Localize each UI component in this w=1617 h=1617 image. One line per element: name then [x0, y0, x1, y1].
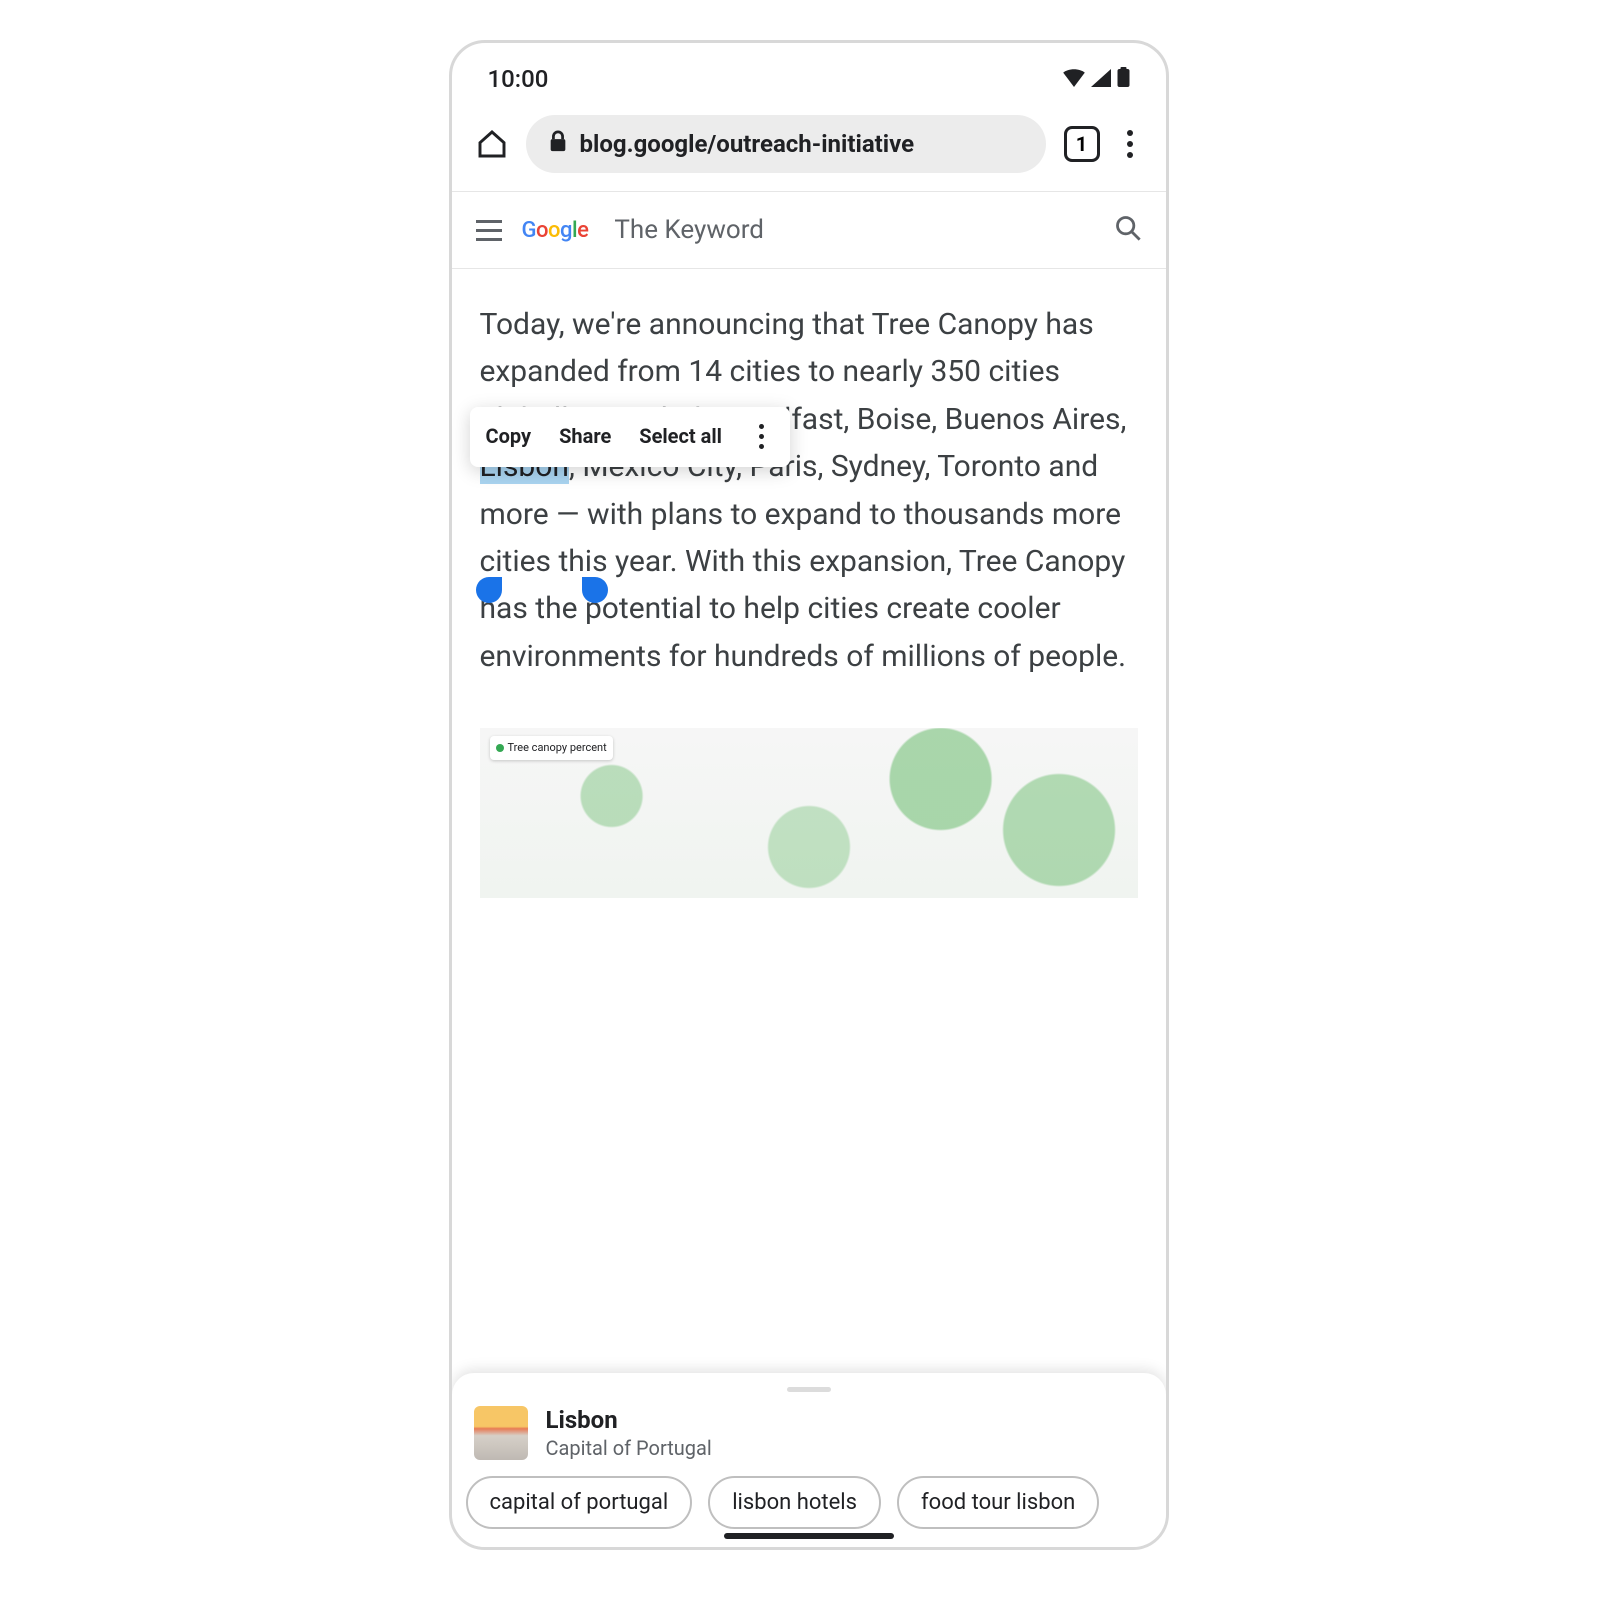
- search-icon[interactable]: [1114, 214, 1142, 246]
- wifi-icon: [1063, 65, 1085, 93]
- text-selection-menu: Copy Share Select all: [470, 407, 790, 467]
- tab-count: 1: [1076, 132, 1087, 156]
- sheet-title: Lisbon: [546, 1406, 712, 1434]
- lisbon-thumbnail: [474, 1406, 528, 1460]
- map-legend-text: Tree canopy percent: [508, 739, 607, 756]
- address-bar[interactable]: blog.google/outreach-initiative: [526, 115, 1046, 173]
- blog-header: Google The Keyword: [452, 192, 1166, 268]
- article-body[interactable]: Today, we're announcing that Tree Canopy…: [452, 269, 1166, 898]
- sheet-drag-handle[interactable]: [787, 1387, 831, 1392]
- sheet-subtitle: Capital of Portugal: [546, 1436, 712, 1460]
- tab-switcher[interactable]: 1: [1064, 126, 1100, 162]
- suggestion-chips[interactable]: capital of portugal lisbon hotels food t…: [452, 1476, 1166, 1529]
- sheet-header[interactable]: Lisbon Capital of Portugal: [452, 1406, 1166, 1476]
- blog-brand: The Keyword: [614, 215, 764, 245]
- share-button[interactable]: Share: [559, 421, 611, 453]
- selection-handle-right[interactable]: [582, 577, 608, 603]
- android-nav-pill[interactable]: [724, 1533, 894, 1539]
- select-all-button[interactable]: Select all: [639, 421, 722, 453]
- status-bar: 10:00: [452, 43, 1166, 103]
- hamburger-menu-icon[interactable]: [476, 220, 502, 241]
- url-text: blog.google/outreach-initiative: [580, 130, 915, 158]
- chip-lisbon-hotels[interactable]: lisbon hotels: [708, 1476, 881, 1529]
- context-menu-more-icon[interactable]: [750, 424, 774, 449]
- tree-canopy-map: Tree canopy percent: [480, 728, 1138, 898]
- status-icons: [1063, 65, 1130, 93]
- article-text-post: , Mexico City, Paris, Sydney, Toronto an…: [480, 449, 1127, 674]
- lock-icon: [548, 130, 568, 158]
- chrome-toolbar: blog.google/outreach-initiative 1: [452, 103, 1166, 191]
- cell-signal-icon: [1091, 65, 1111, 93]
- map-legend: Tree canopy percent: [490, 736, 613, 759]
- battery-icon: [1117, 65, 1130, 93]
- chip-food-tour-lisbon[interactable]: food tour lisbon: [897, 1476, 1099, 1529]
- home-icon[interactable]: [476, 128, 508, 160]
- browser-menu-icon[interactable]: [1118, 130, 1142, 158]
- selection-handle-left[interactable]: [476, 577, 502, 603]
- clock: 10:00: [488, 65, 549, 93]
- info-bottom-sheet[interactable]: Lisbon Capital of Portugal capital of po…: [452, 1373, 1166, 1547]
- phone-frame: 10:00 blog.google/outreach-initiative 1: [449, 40, 1169, 1550]
- copy-button[interactable]: Copy: [486, 421, 532, 453]
- chip-capital-of-portugal[interactable]: capital of portugal: [466, 1476, 693, 1529]
- google-logo: Google: [522, 218, 589, 243]
